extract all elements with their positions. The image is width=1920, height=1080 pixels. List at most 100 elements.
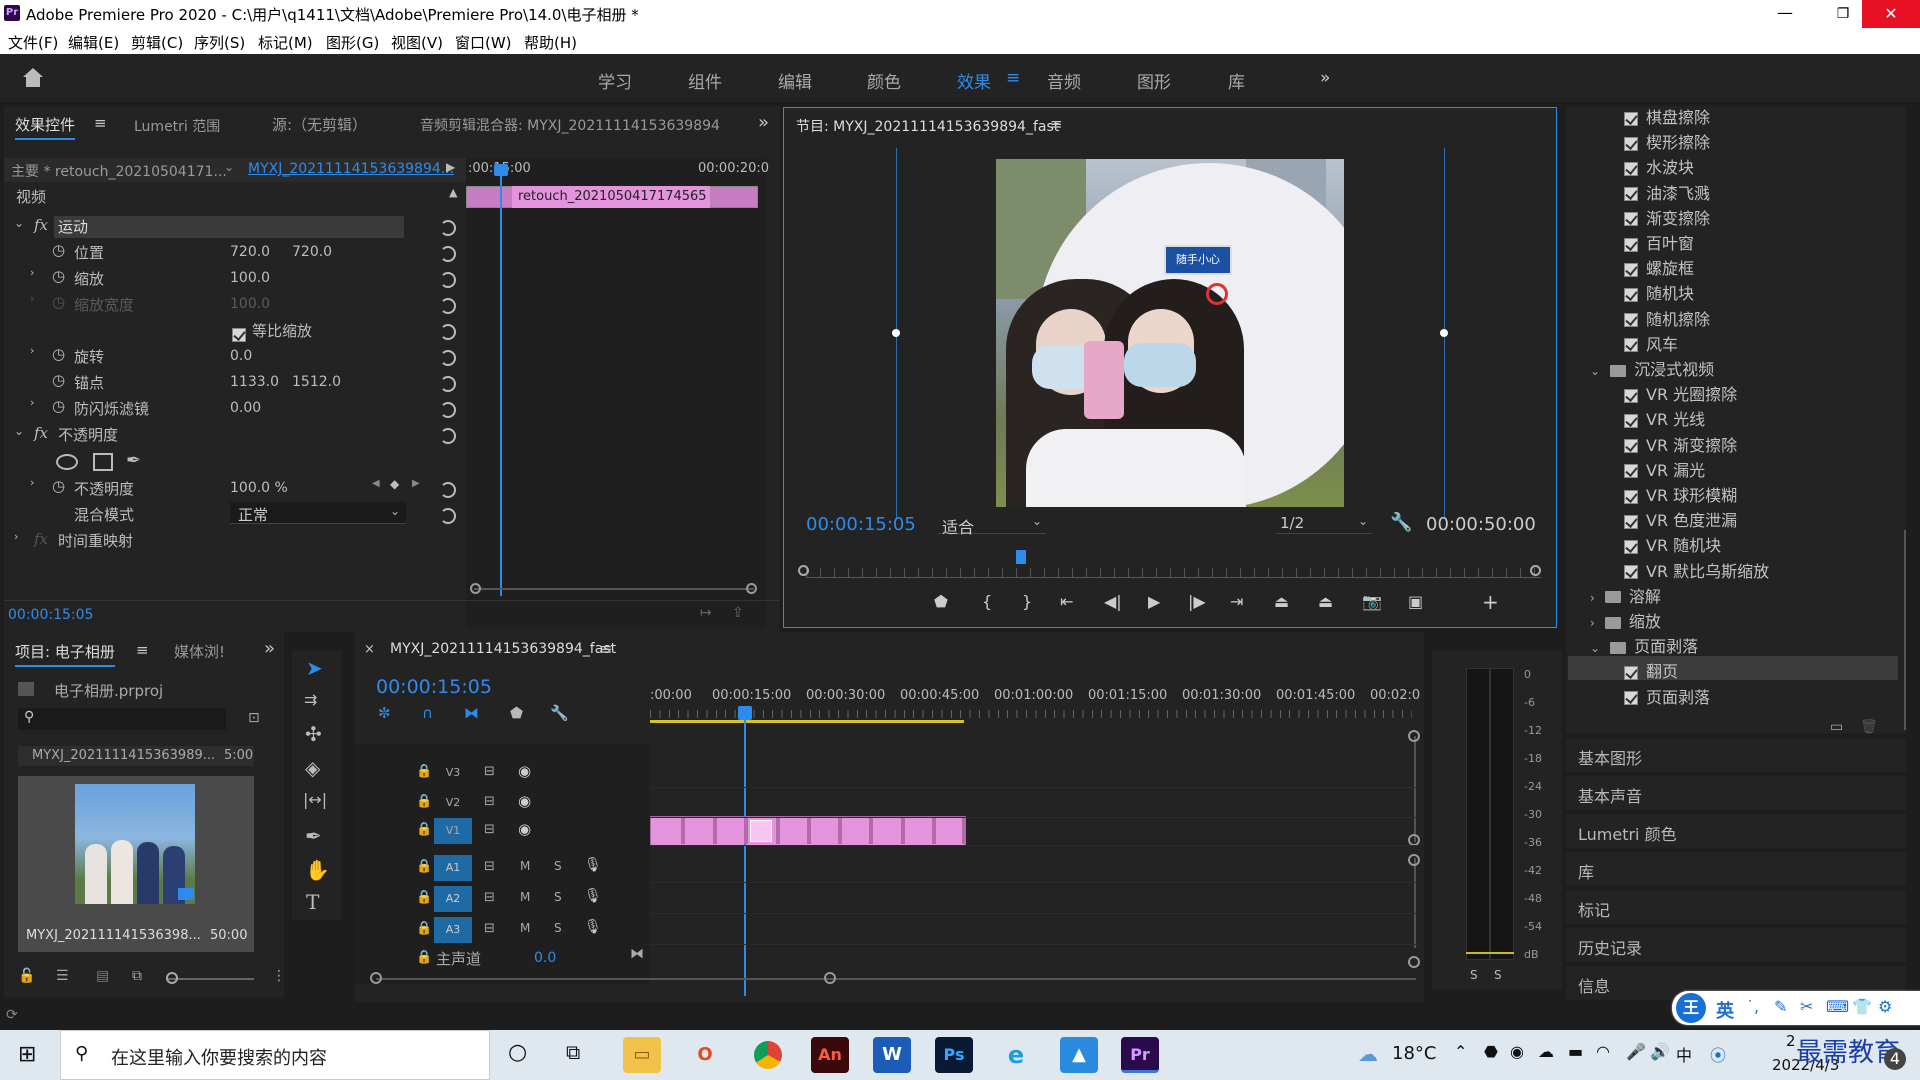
new-folder-icon[interactable]: ▭	[1830, 719, 1843, 735]
solo-button[interactable]: S	[554, 890, 562, 904]
track-target-v3[interactable]: V3	[434, 760, 472, 786]
home-icon[interactable]	[22, 68, 44, 88]
sync-lock-icon[interactable]: ⊟	[484, 921, 495, 936]
workspace-learn[interactable]: 学习	[598, 68, 632, 93]
edge-icon[interactable]: e	[997, 1037, 1035, 1073]
ime-settings-icon[interactable]: ⚙	[1878, 997, 1892, 1016]
ec-timecode[interactable]: 00:00:15:05	[8, 607, 93, 623]
list-view-icon[interactable]: ☰	[56, 968, 69, 984]
effect-item[interactable]: VR 渐变擦除	[1624, 432, 1884, 455]
microphone-icon[interactable]: 🎙	[584, 919, 602, 935]
sync-lock-icon[interactable]: ⊟	[484, 764, 495, 779]
workspace-effects[interactable]: 效果	[957, 68, 991, 93]
workspace-menu-icon[interactable]: ≡	[1006, 68, 1020, 88]
tray-ime-icon[interactable]: 中	[1676, 1042, 1692, 1066]
master-go-end-icon[interactable]: ⧓	[630, 946, 644, 962]
chrome-icon[interactable]	[749, 1037, 787, 1073]
ec-scroll-left[interactable]	[470, 583, 481, 594]
effect-item[interactable]: 棋盘擦除	[1624, 104, 1884, 127]
effects-scrollbar[interactable]	[1904, 530, 1906, 730]
effect-item[interactable]: 随机块	[1624, 280, 1884, 303]
task-view-icon[interactable]: ⧉	[566, 1040, 580, 1064]
effect-item[interactable]: 随机擦除	[1624, 306, 1884, 329]
rectangle-mask-icon[interactable]	[93, 453, 113, 471]
anchor-y-value[interactable]: 1512.0	[292, 374, 341, 390]
track-lane[interactable]	[650, 884, 1420, 914]
pen-tool-icon[interactable]: ✒	[305, 824, 322, 848]
solo-left-button[interactable]: S	[1470, 968, 1478, 982]
folder-dissolve[interactable]: › 溶解	[1590, 583, 1880, 606]
ime-logo-icon[interactable]: 王	[1676, 993, 1706, 1023]
mark-out-icon[interactable]: }	[1022, 592, 1032, 611]
add-button-icon[interactable]: +	[1482, 590, 1499, 614]
lock-icon[interactable]: 🔓	[18, 968, 35, 984]
reset-icon[interactable]	[440, 272, 456, 288]
more-panels-icon[interactable]: »	[758, 112, 769, 133]
opacity-expand-icon[interactable]: ⌄	[14, 424, 24, 438]
track-lane[interactable]	[650, 915, 1420, 945]
extract-icon[interactable]: ⏏	[1318, 592, 1333, 611]
horizontal-scrollbar[interactable]	[376, 978, 1416, 980]
more-options-icon[interactable]: ⋮	[272, 968, 286, 984]
tray-chrome-icon[interactable]: ◉	[1510, 1042, 1524, 1061]
track-target-a1[interactable]: A1	[434, 855, 472, 881]
eye-icon[interactable]: ◉	[518, 762, 531, 780]
battery-icon[interactable]: ▬	[1568, 1042, 1583, 1061]
selection-tool-icon[interactable]: ➤	[306, 656, 323, 680]
comparison-view-icon[interactable]: ▣	[1408, 592, 1423, 611]
mark-in-icon[interactable]: {	[982, 592, 992, 611]
side-panel-header[interactable]: 标记	[1566, 890, 1906, 924]
stopwatch-icon[interactable]: ◷	[52, 241, 65, 259]
timeline-timecode[interactable]: 00:00:15:05	[376, 676, 492, 698]
fx-icon[interactable]: fx	[34, 424, 48, 442]
zoom-slider[interactable]	[166, 978, 254, 980]
panel-menu-icon[interactable]: ≡	[136, 641, 149, 659]
workspace-assembly[interactable]: 组件	[688, 68, 722, 93]
zoom-slider-handle[interactable]	[166, 972, 178, 984]
selected-clip-highlight[interactable]	[750, 820, 772, 842]
minimize-button[interactable]: —	[1756, 0, 1814, 28]
freeform-view-icon[interactable]: ⧉	[132, 968, 142, 984]
menu-help[interactable]: 帮助(H)	[524, 32, 577, 53]
program-title[interactable]: 节目: MYXJ_20211114153639894_fast	[796, 116, 1059, 136]
folder-zoom[interactable]: › 缩放	[1590, 608, 1880, 631]
handle-right[interactable]	[1440, 329, 1448, 337]
effect-item[interactable]: VR 球形模糊	[1624, 482, 1884, 505]
menu-clip[interactable]: 剪辑(C)	[131, 32, 183, 53]
scrub-playhead[interactable]	[1016, 550, 1026, 564]
premiere-taskbar-icon[interactable]: Pr	[1121, 1037, 1159, 1073]
taskbar-search-box[interactable]: ⚲ 在这里输入你要搜索的内容	[60, 1030, 490, 1080]
eye-icon[interactable]: ◉	[518, 820, 531, 838]
ec-scroll-right[interactable]	[746, 583, 757, 594]
effect-item[interactable]: VR 光圈擦除	[1624, 381, 1884, 404]
tab-project[interactable]: 项目: 电子相册	[15, 641, 115, 667]
file-explorer-icon[interactable]: ▭	[623, 1037, 661, 1073]
ec-scrollbar[interactable]	[474, 588, 754, 590]
ellipse-mask-icon[interactable]	[56, 454, 78, 470]
workspace-audio[interactable]: 音频	[1047, 68, 1081, 93]
photos-icon[interactable]: ▲	[1060, 1037, 1098, 1073]
project-item-1[interactable]: MYXJ_20211114153639​89... 5:00	[18, 746, 254, 766]
scale-value[interactable]: 100.0	[230, 270, 270, 286]
export-frame-icon[interactable]: ↦	[700, 605, 712, 621]
stopwatch-icon[interactable]: ◷	[52, 267, 65, 285]
track-lock-icon[interactable]: 🔒	[416, 921, 432, 936]
close-tab-icon[interactable]: ×	[364, 642, 375, 657]
go-to-out-icon[interactable]: ⇥	[1230, 592, 1243, 611]
ec-playhead-handle[interactable]	[494, 164, 508, 176]
panel-menu-icon[interactable]: ≡	[600, 640, 613, 658]
prev-keyframe-icon[interactable]: ◀	[372, 478, 380, 489]
expand-arrow-icon[interactable]: ›	[14, 530, 18, 543]
ime-mode[interactable]: 英	[1716, 997, 1734, 1023]
anchor-x-value[interactable]: 1133.0	[230, 374, 279, 390]
fit-dropdown[interactable]: 适合 ⌄	[938, 512, 1046, 537]
effect-item[interactable]: VR 色度泄漏	[1624, 507, 1884, 530]
mic-icon[interactable]: 🎤	[1626, 1042, 1646, 1061]
snap-icon[interactable]: ✼	[378, 704, 391, 722]
master-lock-icon[interactable]: 🔒	[416, 950, 432, 965]
track-lock-icon[interactable]: 🔒	[416, 859, 432, 874]
ripple-edit-tool-icon[interactable]: ✣	[305, 722, 322, 746]
track-target-a2[interactable]: A2	[434, 886, 472, 912]
wifi-icon[interactable]: ◠	[1596, 1042, 1610, 1061]
play-icon[interactable]: ▶	[1148, 592, 1160, 611]
